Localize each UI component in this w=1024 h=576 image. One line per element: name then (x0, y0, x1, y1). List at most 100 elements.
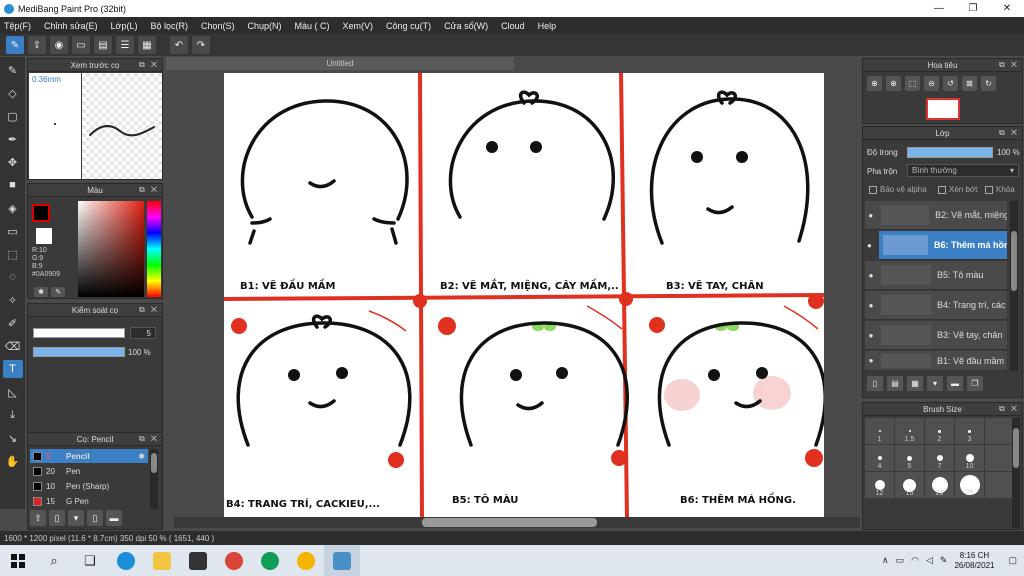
select-eraser-icon[interactable]: ⌫ (3, 337, 23, 355)
menu-window[interactable]: Cửa sổ(W) (444, 21, 488, 31)
new-8bit-layer-icon[interactable]: ▦ (907, 376, 923, 391)
search-icon[interactable]: ⌕ (36, 545, 72, 576)
divide-icon[interactable]: ◺ (3, 383, 23, 401)
duplicate-layer-icon[interactable]: ❐ (967, 376, 983, 391)
menu-snap[interactable]: Chụp(N) (248, 21, 282, 31)
windows-start-icon[interactable] (0, 545, 36, 576)
undo-icon[interactable]: ↶ (170, 36, 188, 54)
brush-size-cell[interactable] (985, 445, 1014, 471)
close-button[interactable]: ✕ (990, 0, 1024, 17)
gear-icon[interactable]: ✱ (138, 452, 145, 461)
brush-size-cell[interactable]: 1.5 (895, 418, 924, 444)
chrome-profile-icon[interactable] (252, 545, 288, 576)
layer-opacity-slider[interactable] (907, 147, 993, 158)
pen-icon[interactable]: ✒ (3, 130, 23, 148)
new-brush-icon[interactable]: ▯ (49, 510, 65, 526)
brush-opacity-slider[interactable] (33, 347, 125, 357)
chrome-2-icon[interactable] (288, 545, 324, 576)
brush-size-cell[interactable]: 3 (955, 418, 984, 444)
clipping-checkbox[interactable]: Xén bớt (938, 185, 977, 194)
background-color-swatch[interactable] (36, 228, 52, 244)
panel-controls-icon[interactable]: ⧉ ✕ (999, 128, 1019, 138)
foreground-color-swatch[interactable] (32, 204, 50, 222)
folder-icon[interactable]: ▬ (106, 510, 122, 526)
brush-size-cell[interactable]: 25 (955, 472, 984, 498)
hand-icon[interactable]: ✋ (3, 452, 23, 470)
brush-size-cell[interactable]: 5 (895, 445, 924, 471)
document-icon[interactable]: ▤ (94, 36, 112, 54)
dropper-icon[interactable]: ↘ (3, 429, 23, 447)
brush-size-cell[interactable]: 2 (925, 418, 954, 444)
panel-controls-icon[interactable]: ⧉ ✕ (999, 60, 1019, 70)
notification-icon[interactable]: ▢ (1008, 555, 1017, 566)
chevron-up-icon[interactable]: ∧ (882, 555, 889, 566)
brush-size-cell[interactable] (985, 418, 1014, 444)
saturation-value-picker[interactable] (78, 201, 144, 297)
alpha-lock-checkbox[interactable]: Bảo vệ alpha (869, 185, 927, 194)
brush-icon[interactable]: ✎ (3, 61, 23, 79)
reset-icon[interactable]: ⊠ (962, 76, 977, 91)
layer-scrollbar[interactable] (1010, 201, 1018, 371)
storage-icon[interactable]: ▭ (896, 555, 905, 566)
blend-mode-select[interactable]: Bình thường ▾ (907, 164, 1019, 177)
lasso-icon[interactable]: ◌ (3, 268, 23, 286)
file-explorer-icon[interactable] (144, 545, 180, 576)
brush-size-input[interactable]: 5 (130, 327, 156, 339)
text-icon[interactable]: T (2, 360, 23, 378)
layer-row[interactable]: ● B4: Trang trí, các (865, 291, 1007, 320)
zoom-in-icon[interactable]: ⊕ (867, 76, 882, 91)
canvas-tab[interactable]: Untitled (166, 57, 514, 70)
select-pen-icon[interactable]: ✐ (3, 314, 23, 332)
new-halftone-layer-icon[interactable]: ▤ (887, 376, 903, 391)
layer-row[interactable]: ● B1: Vẽ đầu mầm (865, 351, 1007, 371)
color-mode-icon[interactable]: ✱ (34, 287, 48, 297)
minimize-button[interactable]: — (922, 0, 956, 17)
grid-icon[interactable]: ▦ (138, 36, 156, 54)
brush-list-scrollbar[interactable] (150, 449, 158, 509)
upload-icon[interactable]: ⇧ (30, 510, 46, 526)
menu-layer[interactable]: Lớp(L) (111, 21, 138, 31)
panel-controls-icon[interactable]: ⧉ ✕ (999, 404, 1019, 414)
lock-checkbox[interactable]: Khóa (985, 185, 1015, 194)
brush-size-cell[interactable] (985, 472, 1014, 498)
canvas-horizontal-scrollbar[interactable] (174, 517, 860, 528)
menu-edit[interactable]: Chỉnh sửa(E) (44, 21, 98, 31)
brush-item[interactable]: 15 G Pen (30, 494, 148, 508)
pen-tool-icon[interactable]: ✎ (6, 36, 24, 54)
menu-tools[interactable]: Công cụ(T) (386, 21, 431, 31)
fit-icon[interactable]: ⬚ (905, 76, 920, 91)
brush-item[interactable]: 10 Pen (Sharp) (30, 479, 148, 493)
brush-size-cell[interactable]: 1 (865, 418, 894, 444)
rectangle-icon[interactable]: ▢ (3, 107, 23, 125)
menu-filter[interactable]: Bộ lọc(R) (150, 21, 188, 31)
edge-icon[interactable] (108, 545, 144, 576)
network-icon[interactable]: ◠ (911, 555, 919, 566)
menu-help[interactable]: Help (538, 21, 557, 31)
drawing-canvas[interactable]: B1: VẼ ĐẦU MẦM B2: VẼ MẮT, MIỆNG, CÂY MẦ… (224, 73, 824, 519)
layer-row[interactable]: ● B3: Vẽ tay, chân (865, 321, 1007, 350)
brush-size-cell[interactable]: 12 (865, 472, 894, 498)
visibility-icon[interactable]: ● (865, 301, 877, 310)
store-icon[interactable] (180, 545, 216, 576)
eraser-icon[interactable]: ◇ (3, 84, 23, 102)
menu-select[interactable]: Chọn(S) (201, 21, 235, 31)
visibility-icon[interactable]: ● (865, 356, 877, 365)
volume-icon[interactable]: ◁ (926, 555, 933, 566)
layer-row[interactable]: B6: Thêm má hồng (879, 231, 1007, 260)
panel-icon[interactable]: ☰ (116, 36, 134, 54)
visibility-icon[interactable]: ● (865, 331, 877, 340)
copy-brush-icon[interactable]: ▯ (87, 510, 103, 526)
zoom-out-icon[interactable]: ⊖ (924, 76, 939, 91)
panel-controls-icon[interactable]: ⧉ ✕ (139, 305, 159, 315)
layer-menu-icon[interactable]: ▾ (927, 376, 943, 391)
visibility-icon[interactable]: ● (865, 271, 877, 280)
layer-row[interactable]: ● B5: Tô màu (865, 261, 1007, 290)
brush-size-cell[interactable]: 20 (925, 472, 954, 498)
medibang-taskbar-icon[interactable] (324, 545, 360, 576)
rotate-right-icon[interactable]: ↻ (981, 76, 996, 91)
task-view-icon[interactable]: ❏ (72, 545, 108, 576)
brush-size-cell[interactable]: 4 (865, 445, 894, 471)
menu-view[interactable]: Xem(V) (343, 21, 374, 31)
brush-size-cell[interactable]: 15 (895, 472, 924, 498)
panel-controls-icon[interactable]: ⧉ ✕ (139, 434, 159, 444)
